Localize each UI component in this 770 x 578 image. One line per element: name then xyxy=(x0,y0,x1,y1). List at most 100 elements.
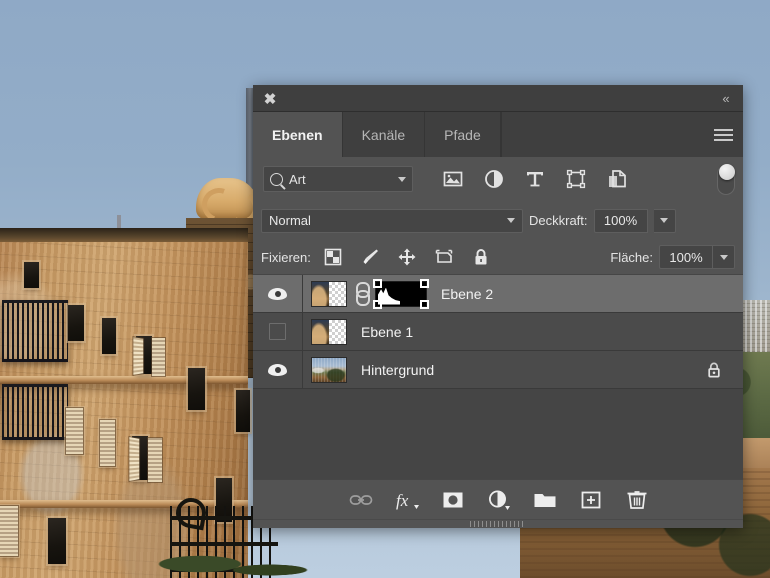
filter-smart-objects-icon[interactable] xyxy=(606,168,628,190)
layer-name[interactable]: Ebene 1 xyxy=(361,324,743,340)
layer-visibility-toggle[interactable] xyxy=(253,275,303,312)
layer-thumbnails xyxy=(303,318,347,345)
link-layers-icon[interactable] xyxy=(348,488,373,512)
filter-adjustment-layers-icon[interactable] xyxy=(483,168,505,190)
filter-type-layers-icon[interactable] xyxy=(524,168,546,190)
opacity-stepper[interactable] xyxy=(653,208,676,233)
eye-visible-icon xyxy=(268,363,287,376)
filter-shape-layers-icon[interactable] xyxy=(565,168,587,190)
layer-thumbnails xyxy=(303,356,347,383)
layer-thumbnail[interactable] xyxy=(311,280,347,307)
panel-tab-bar: Ebenen Kanäle Pfade xyxy=(253,112,743,157)
photo-shutter xyxy=(66,408,83,454)
mask-selected-bracket xyxy=(420,278,429,288)
layer-locked-badge xyxy=(699,351,729,388)
lock-buttons xyxy=(323,247,491,267)
lock-artboard-nesting-icon[interactable] xyxy=(434,247,454,267)
photo-window xyxy=(236,390,250,432)
panel-menu-hamburger-icon[interactable] xyxy=(703,112,743,157)
search-icon xyxy=(270,172,283,186)
photo-cornice xyxy=(0,228,248,242)
photo-shutter xyxy=(100,420,115,466)
photo-window xyxy=(102,318,116,354)
layer-filter-label: Art xyxy=(289,171,306,187)
thumbnail-transparency-checker xyxy=(329,319,346,344)
layer-filter-row: Art xyxy=(253,157,743,201)
photo-shutter xyxy=(0,506,18,556)
filter-enable-toggle[interactable] xyxy=(717,164,735,195)
lock-label: Fixieren: xyxy=(261,249,311,265)
layer-thumbnails xyxy=(303,278,429,309)
opacity-input[interactable]: 100% xyxy=(593,208,648,233)
collapse-double-chevron-left-icon[interactable]: « xyxy=(715,89,735,107)
table-row[interactable]: Ebene 2 xyxy=(253,275,743,313)
layer-visibility-toggle[interactable] xyxy=(253,351,303,388)
mask-selected-bracket xyxy=(373,299,382,309)
layers-panel-bottom-bar: fx xyxy=(253,479,743,519)
new-layer-icon[interactable] xyxy=(578,488,602,512)
photo-window xyxy=(188,368,205,410)
photo-ledge-upper xyxy=(0,376,248,384)
panel-title-bar: ✖ « xyxy=(253,85,743,112)
lock-all-padlock-icon[interactable] xyxy=(471,247,491,267)
layer-filter-type-select[interactable]: Art xyxy=(263,166,413,192)
layer-effects-fx-icon[interactable]: fx xyxy=(394,488,419,512)
blend-mode-select[interactable]: Normal xyxy=(261,208,523,233)
tab-ebenen[interactable]: Ebenen xyxy=(253,112,343,157)
photo-foliage xyxy=(120,548,320,578)
toggle-knob xyxy=(719,164,735,180)
svg-text:fx: fx xyxy=(396,491,409,510)
thumbnail-transparency-checker xyxy=(329,281,346,306)
photo-window xyxy=(24,262,39,288)
thumbnail-image-part xyxy=(312,281,329,306)
chevron-down-icon xyxy=(507,218,515,223)
photo-shutter-open xyxy=(129,437,140,481)
eye-hidden-icon xyxy=(269,323,286,340)
panel-corner-resize-handle[interactable] xyxy=(731,516,743,528)
panel-resize-grip[interactable] xyxy=(253,519,743,528)
fill-stepper[interactable] xyxy=(713,245,735,269)
blend-mode-row: Normal Deckkraft: 100% xyxy=(253,201,743,240)
delete-layer-trash-icon[interactable] xyxy=(624,488,648,512)
photo-balcony-upper xyxy=(2,300,68,362)
mask-link-icon[interactable] xyxy=(354,281,370,306)
filter-pixel-layers-icon[interactable] xyxy=(442,168,464,190)
grip-lines xyxy=(470,521,526,527)
layer-list: Ebene 2 Ebene 1 Hintergrund xyxy=(253,275,743,479)
lock-transparent-pixels-icon[interactable] xyxy=(323,247,343,267)
eye-visible-icon xyxy=(268,287,287,300)
photo-window xyxy=(68,305,84,341)
add-layer-mask-icon[interactable] xyxy=(440,488,464,512)
lock-image-pixels-brush-icon[interactable] xyxy=(360,247,380,267)
fill-label: Fläche: xyxy=(610,249,653,265)
layer-visibility-toggle[interactable] xyxy=(253,313,303,350)
layer-filter-type-buttons xyxy=(442,168,628,190)
photo-window xyxy=(48,518,66,564)
new-adjustment-layer-icon[interactable] xyxy=(486,488,510,512)
lock-position-move-icon[interactable] xyxy=(397,247,417,267)
chevron-down-icon xyxy=(719,254,728,260)
photo-baroque-ornament xyxy=(196,178,258,220)
photo-shutter-open xyxy=(133,337,144,375)
tab-kanaele[interactable]: Kanäle xyxy=(343,112,426,157)
new-group-folder-icon[interactable] xyxy=(532,488,556,512)
table-row[interactable]: Hintergrund xyxy=(253,351,743,389)
layer-name[interactable]: Ebene 2 xyxy=(441,286,743,302)
table-row[interactable]: Ebene 1 xyxy=(253,313,743,351)
tab-pfade[interactable]: Pfade xyxy=(425,112,501,157)
fill-input[interactable]: 100% xyxy=(659,245,713,269)
close-icon[interactable]: ✖ xyxy=(261,90,279,108)
blend-mode-value: Normal xyxy=(269,213,311,228)
lock-row: Fixieren: Fläche: 100% xyxy=(253,240,743,275)
opacity-label: Deckkraft: xyxy=(529,213,588,228)
layer-name[interactable]: Hintergrund xyxy=(361,362,699,378)
tab-bar-filler xyxy=(500,112,703,157)
layer-thumbnail[interactable] xyxy=(311,318,347,345)
photo-balcony-lower xyxy=(2,384,68,440)
layer-thumbnail[interactable] xyxy=(311,356,347,383)
thumbnail-image-part xyxy=(312,319,329,344)
layers-panel: ✖ « Ebenen Kanäle Pfade Art Normal Deckk… xyxy=(253,85,743,528)
photo-shutter xyxy=(152,338,165,376)
layer-mask-thumbnail[interactable] xyxy=(373,278,429,309)
mask-selected-bracket xyxy=(373,278,382,288)
